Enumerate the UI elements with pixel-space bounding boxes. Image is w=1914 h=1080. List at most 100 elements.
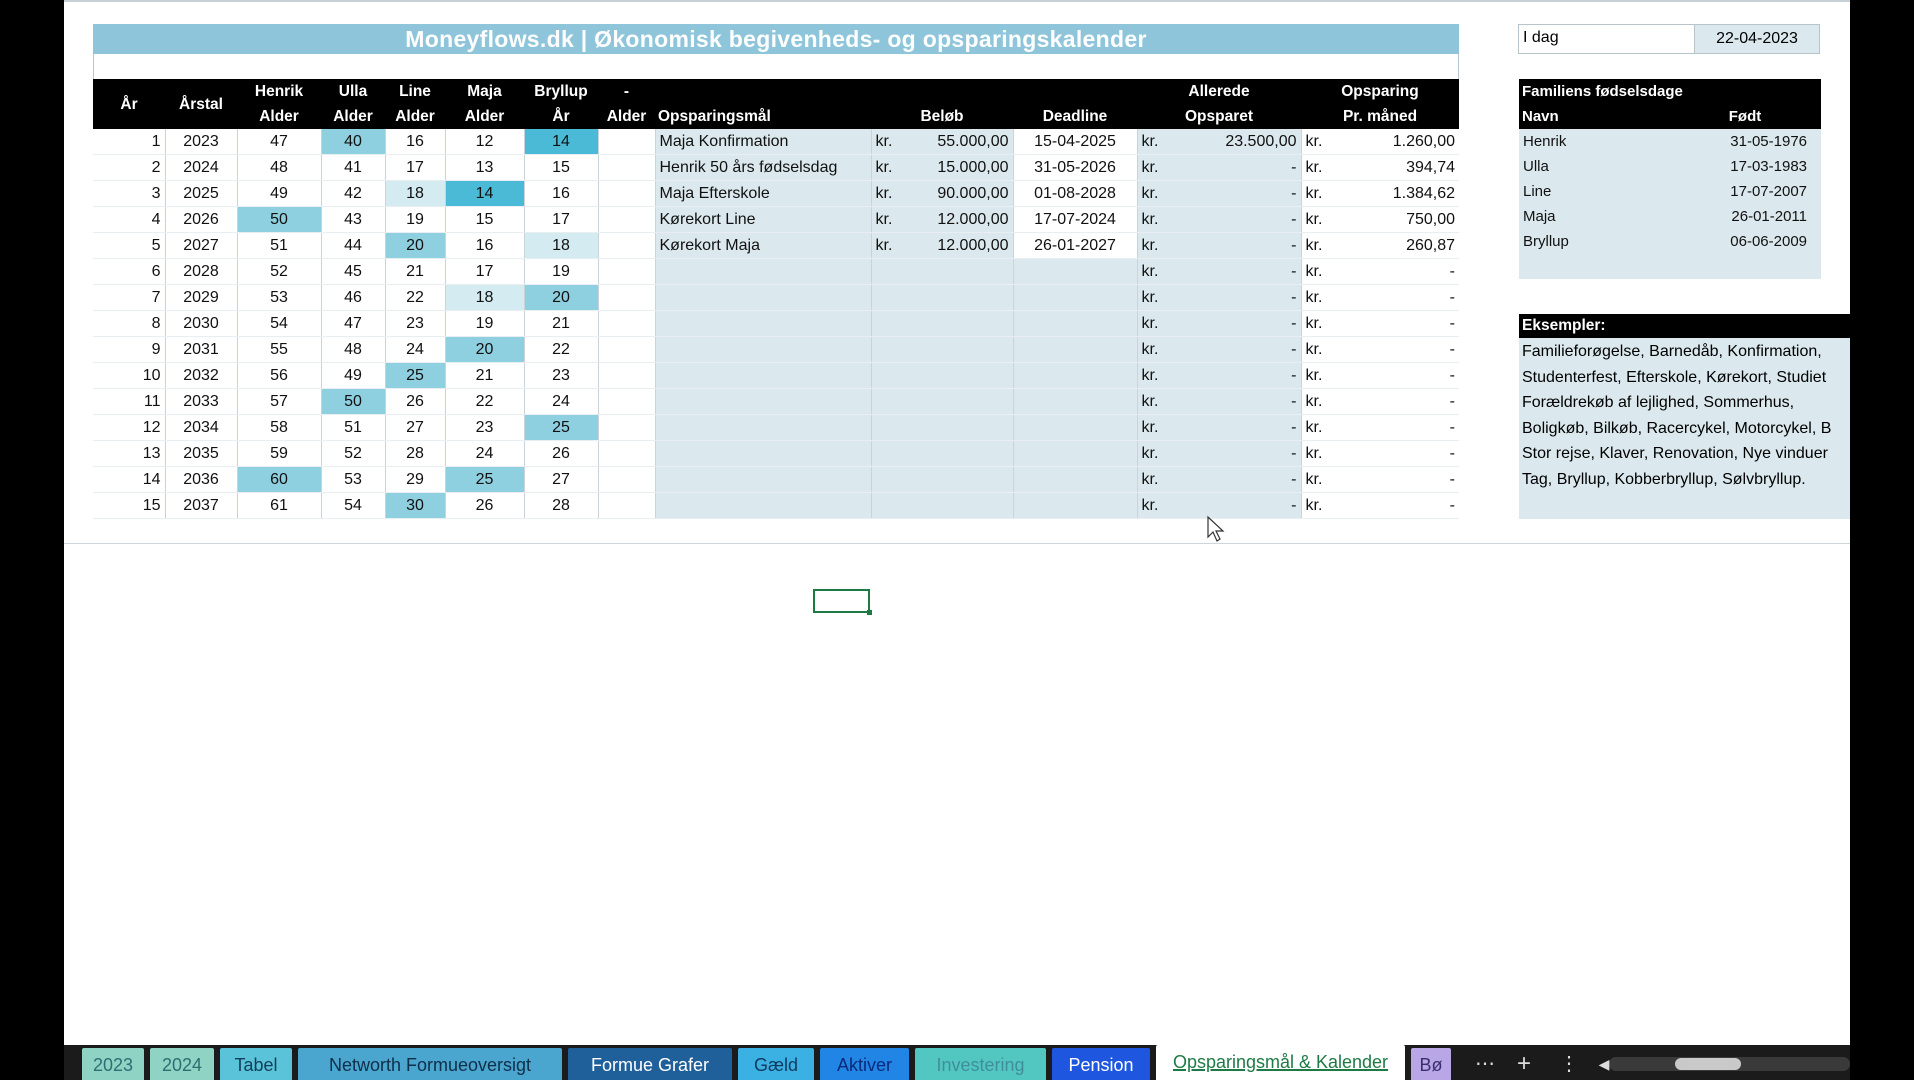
family-name[interactable]: Bryllup xyxy=(1519,229,1669,254)
age-cell[interactable]: 20 xyxy=(384,232,445,259)
sheet-tab[interactable]: Pension xyxy=(1052,1048,1150,1080)
extra-age-cell[interactable] xyxy=(597,154,655,181)
deadline-cell[interactable]: 01-08-2028 xyxy=(1012,180,1137,207)
age-cell[interactable]: 15 xyxy=(523,154,598,181)
amount-cell[interactable] xyxy=(870,310,1013,337)
goal-cell[interactable] xyxy=(654,310,871,337)
deadline-cell[interactable] xyxy=(1012,388,1137,415)
goal-cell[interactable]: Kørekort Line xyxy=(654,206,871,233)
saved-cell[interactable]: kr. - xyxy=(1136,258,1301,285)
age-cell[interactable]: 49 xyxy=(320,362,385,389)
deadline-cell[interactable] xyxy=(1012,414,1137,441)
age-cell[interactable]: 57 xyxy=(236,388,321,415)
aar-cell[interactable]: 8 xyxy=(93,310,165,337)
age-cell[interactable]: 17 xyxy=(444,258,524,285)
monthly-cell[interactable]: kr. - xyxy=(1300,414,1459,441)
family-born[interactable]: 26-01-2011 xyxy=(1669,204,1822,229)
sheet-tab[interactable]: 2023 xyxy=(82,1048,144,1080)
year-cell[interactable]: 2032 xyxy=(164,362,237,389)
aar-cell[interactable]: 7 xyxy=(93,284,165,311)
age-cell[interactable]: 14 xyxy=(523,129,598,155)
aar-cell[interactable]: 12 xyxy=(93,414,165,441)
age-cell[interactable]: 25 xyxy=(444,466,524,493)
extra-age-cell[interactable] xyxy=(597,362,655,389)
amount-cell[interactable] xyxy=(870,414,1013,441)
year-cell[interactable]: 2028 xyxy=(164,258,237,285)
aar-cell[interactable]: 11 xyxy=(93,388,165,415)
extra-age-cell[interactable] xyxy=(597,284,655,311)
age-cell[interactable]: 22 xyxy=(523,336,598,363)
age-cell[interactable]: 51 xyxy=(236,232,321,259)
age-cell[interactable]: 23 xyxy=(444,414,524,441)
deadline-cell[interactable] xyxy=(1012,440,1137,467)
saved-cell[interactable]: kr. - xyxy=(1136,466,1301,493)
age-cell[interactable]: 61 xyxy=(236,492,321,519)
age-cell[interactable]: 47 xyxy=(236,129,321,155)
year-cell[interactable]: 2035 xyxy=(164,440,237,467)
saved-cell[interactable]: kr. - xyxy=(1136,232,1301,259)
year-cell[interactable]: 2031 xyxy=(164,336,237,363)
age-cell[interactable]: 52 xyxy=(320,440,385,467)
age-cell[interactable]: 23 xyxy=(384,310,445,337)
age-cell[interactable]: 50 xyxy=(320,388,385,415)
age-cell[interactable]: 21 xyxy=(523,310,598,337)
extra-age-cell[interactable] xyxy=(597,414,655,441)
extra-age-cell[interactable] xyxy=(597,336,655,363)
extra-age-cell[interactable] xyxy=(597,388,655,415)
deadline-cell[interactable] xyxy=(1012,466,1137,493)
deadline-cell[interactable] xyxy=(1012,336,1137,363)
age-cell[interactable]: 22 xyxy=(384,284,445,311)
aar-cell[interactable]: 2 xyxy=(93,154,165,181)
deadline-cell[interactable] xyxy=(1012,492,1137,519)
amount-cell[interactable]: kr. 90.000,00 xyxy=(870,180,1013,207)
amount-cell[interactable]: kr. 15.000,00 xyxy=(870,154,1013,181)
monthly-cell[interactable]: kr. - xyxy=(1300,362,1459,389)
age-cell[interactable]: 18 xyxy=(523,232,598,259)
goal-cell[interactable] xyxy=(654,492,871,519)
age-cell[interactable]: 25 xyxy=(384,362,445,389)
amount-cell[interactable] xyxy=(870,466,1013,493)
aar-cell[interactable]: 10 xyxy=(93,362,165,389)
monthly-cell[interactable]: kr. - xyxy=(1300,388,1459,415)
goal-cell[interactable]: Maja Konfirmation xyxy=(654,129,871,155)
aar-cell[interactable]: 14 xyxy=(93,466,165,493)
aar-cell[interactable]: 6 xyxy=(93,258,165,285)
amount-cell[interactable] xyxy=(870,492,1013,519)
deadline-cell[interactable] xyxy=(1012,284,1137,311)
age-cell[interactable]: 43 xyxy=(320,206,385,233)
age-cell[interactable]: 54 xyxy=(236,310,321,337)
age-cell[interactable]: 16 xyxy=(444,232,524,259)
saved-cell[interactable]: kr. - xyxy=(1136,180,1301,207)
aar-cell[interactable]: 4 xyxy=(93,206,165,233)
saved-cell[interactable]: kr. - xyxy=(1136,388,1301,415)
scrollbar-thumb[interactable] xyxy=(1675,1058,1741,1070)
spreadsheet-area[interactable]: Moneyflows.dk | Økonomisk begivenheds- o… xyxy=(64,0,1850,1045)
year-cell[interactable]: 2029 xyxy=(164,284,237,311)
age-cell[interactable]: 26 xyxy=(384,388,445,415)
age-cell[interactable]: 55 xyxy=(236,336,321,363)
age-cell[interactable]: 56 xyxy=(236,362,321,389)
monthly-cell[interactable]: kr. - xyxy=(1300,466,1459,493)
extra-age-cell[interactable] xyxy=(597,310,655,337)
sheet-tab[interactable]: 2024 xyxy=(150,1048,214,1080)
age-cell[interactable]: 15 xyxy=(444,206,524,233)
monthly-cell[interactable]: kr. - xyxy=(1300,258,1459,285)
add-sheet-icon[interactable]: + xyxy=(1509,1049,1539,1079)
family-name[interactable]: Henrik xyxy=(1519,129,1669,154)
age-cell[interactable]: 48 xyxy=(236,154,321,181)
amount-cell[interactable] xyxy=(870,440,1013,467)
age-cell[interactable]: 49 xyxy=(236,180,321,207)
age-cell[interactable]: 45 xyxy=(320,258,385,285)
age-cell[interactable]: 19 xyxy=(523,258,598,285)
sheet-tab[interactable]: Formue Grafer xyxy=(568,1048,732,1080)
age-cell[interactable]: 50 xyxy=(236,206,321,233)
age-cell[interactable]: 21 xyxy=(444,362,524,389)
age-cell[interactable]: 20 xyxy=(523,284,598,311)
monthly-cell[interactable]: kr. - xyxy=(1300,284,1459,311)
age-cell[interactable]: 24 xyxy=(523,388,598,415)
sheet-tab[interactable]: Aktiver xyxy=(820,1048,909,1080)
year-cell[interactable]: 2036 xyxy=(164,466,237,493)
deadline-cell[interactable] xyxy=(1012,258,1137,285)
goal-cell[interactable]: Maja Efterskole xyxy=(654,180,871,207)
fill-handle[interactable] xyxy=(867,610,872,615)
